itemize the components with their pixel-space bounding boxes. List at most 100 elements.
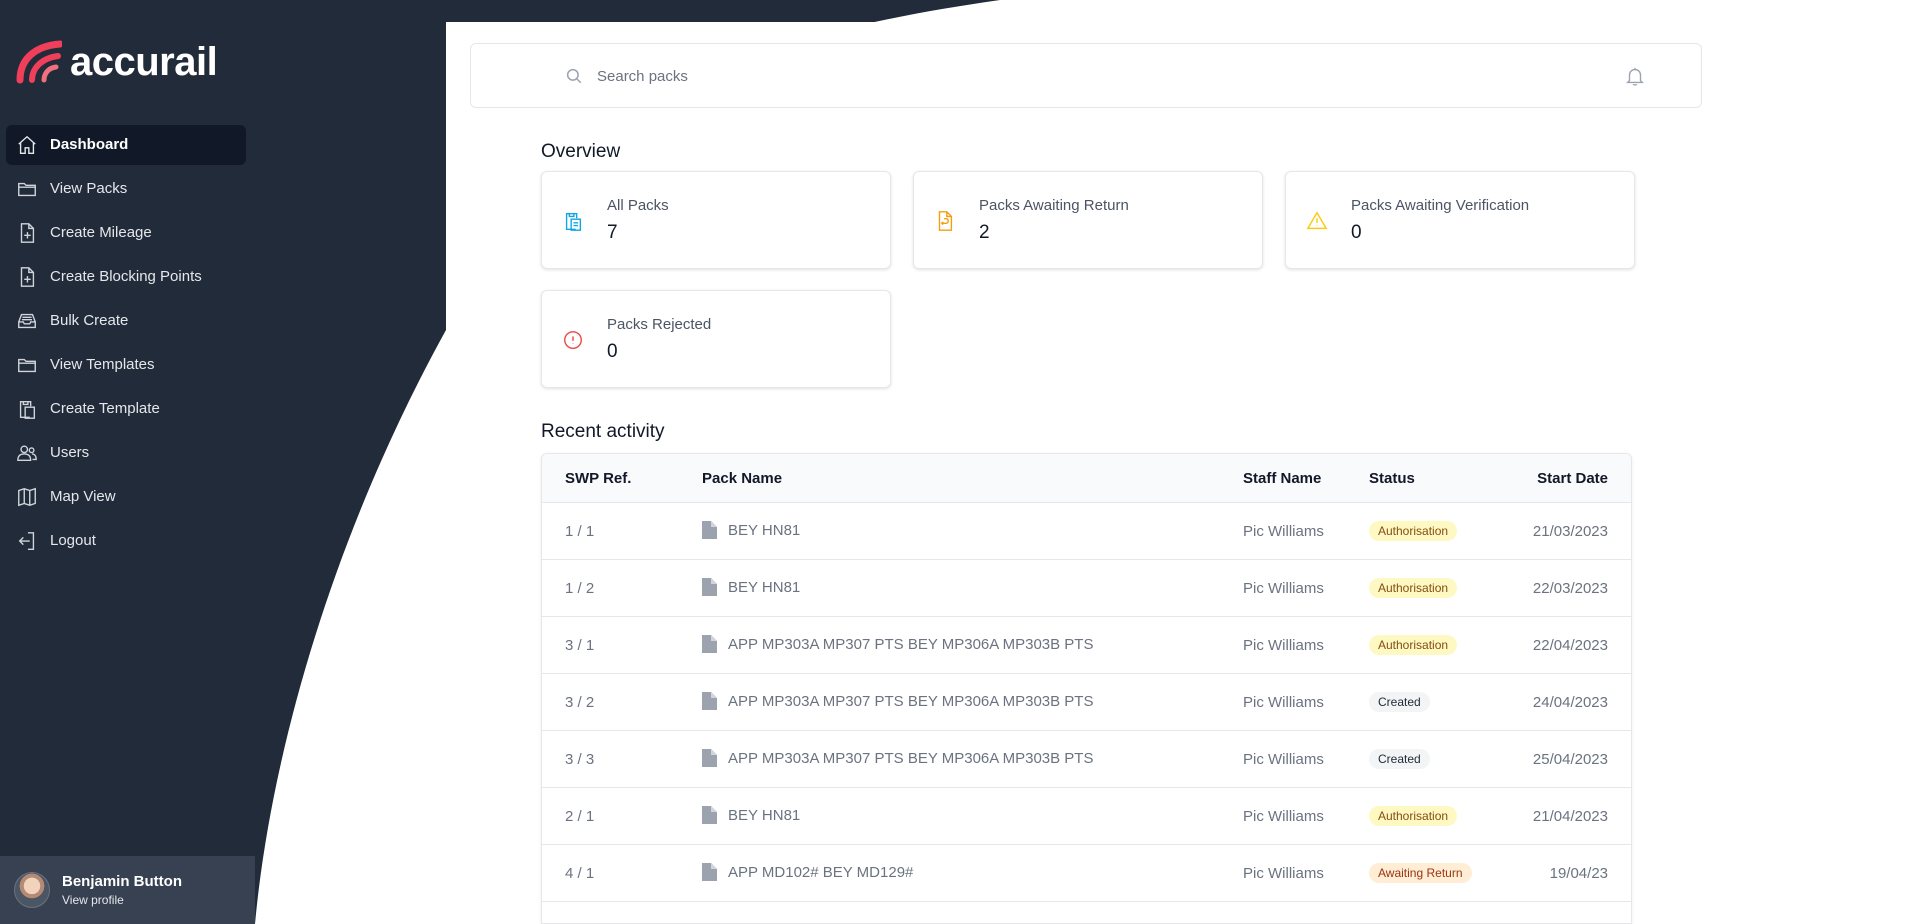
pack-name-text: BEY HN81 [728,521,801,539]
cell-status: Authorisation [1369,806,1458,826]
cell-pack-name[interactable]: BEY HN81 [702,521,800,539]
table-header: SWP Ref. Pack Name Staff Name Status Sta… [542,454,1631,503]
cell-status: Authorisation [1369,635,1458,655]
accurail-logo-icon [16,40,62,84]
sidebar-item-create-template[interactable]: Create Template [6,389,246,429]
cell-pack-name[interactable]: APP MD102# BEY MD129# [702,863,913,881]
cell-start-date: 19/04/23 [1549,865,1608,882]
card-packs-awaiting-return[interactable]: Packs Awaiting Return 2 [913,171,1263,269]
status-badge: Created [1369,749,1430,769]
cell-start-date: 22/04/2023 [1532,637,1608,654]
sidebar-item-bulk-create[interactable]: Bulk Create [6,301,246,341]
sidebar-item-dashboard[interactable]: Dashboard [6,125,246,165]
brand-logo[interactable]: accurail [16,38,218,86]
cell-staff-name: Pic Williams [1243,637,1324,654]
warning-triangle-icon [1306,211,1328,230]
sidebar: accurail Dashboard View Packs Create Mil… [0,0,256,924]
logout-icon [18,532,35,550]
brand-name: accurail [70,40,218,84]
status-badge: Awaiting Return [1369,863,1472,883]
cell-start-date: 25/04/2023 [1532,751,1608,768]
pack-name-text: APP MD102# BEY MD129# [728,863,914,881]
table-row[interactable]: 3 / 3 APP MP303A MP307 PTS BEY MP306A MP3… [542,731,1631,788]
sidebar-item-map-view[interactable]: Map View [6,477,246,517]
user-profile[interactable]: Benjamin Button View profile [0,856,255,924]
status-badge: Created [1369,692,1430,712]
table-row[interactable]: 1 / 1 BEY HN81 Pic Williams Authorisation 21… [542,503,1631,560]
sidebar-item-view-templates[interactable]: View Templates [6,345,246,385]
document-icon [702,806,717,824]
table-row[interactable]: 1 / 2 BEY HN81 Pic Williams Authorisation 22… [542,560,1631,617]
document-icon [702,863,717,881]
cell-pack-name[interactable]: APP MP303A MP307 PTS BEY MP306A MP303B P… [702,749,1093,767]
home-icon [18,135,36,154]
table-row[interactable]: 3 / 1 APP MP303A MP307 PTS BEY MP306A MP3… [542,617,1631,674]
sidebar-nav: Dashboard View Packs Create Mileage Crea… [6,125,246,565]
cell-status: Created [1369,692,1430,712]
column-header-staff-name: Staff Name [1243,470,1322,487]
cell-pack-name[interactable]: APP MP303A MP307 PTS BEY MP306A MP303B P… [702,635,1093,653]
recent-activity-title: Recent activity [541,421,665,442]
table-body: 1 / 1 BEY HN81 Pic Williams Authorisation 21… [542,503,1631,902]
cell-swp-ref: 1 / 1 [565,523,595,540]
document-icon [702,749,717,767]
search-icon [566,68,582,84]
folder-icon [18,182,36,197]
card-packs-awaiting-verification[interactable]: Packs Awaiting Verification 0 [1285,171,1635,269]
document-icon [702,635,717,653]
cell-pack-name[interactable]: BEY HN81 [702,806,800,824]
cell-staff-name: Pic Williams [1243,865,1324,882]
cell-swp-ref: 4 / 1 [565,865,595,882]
search-input[interactable] [597,64,1497,88]
status-badge: Authorisation [1369,635,1458,655]
cell-start-date: 21/03/2023 [1532,523,1608,540]
document-plus-icon [20,267,35,287]
cell-start-date: 21/04/2023 [1532,808,1608,825]
cell-start-date: 22/03/2023 [1532,580,1608,597]
clipboard-document-icon [565,212,582,231]
view-profile-link[interactable]: View profile [62,892,182,908]
cell-swp-ref: 3 / 2 [565,694,595,711]
inbox-stack-icon [18,313,36,329]
sidebar-item-users[interactable]: Users [6,433,246,473]
table-row[interactable]: 3 / 2 APP MP303A MP307 PTS BEY MP306A MP3… [542,674,1631,731]
search-bar [470,43,1702,108]
document-icon [702,692,717,710]
sidebar-item-create-mileage[interactable]: Create Mileage [6,213,246,253]
status-badge: Authorisation [1369,578,1458,598]
document-return-icon [938,211,953,231]
folder-icon [18,358,36,373]
users-icon [17,445,37,462]
cell-status: Created [1369,749,1430,769]
cell-start-date: 24/04/2023 [1532,694,1608,711]
card-all-packs[interactable]: All Packs 7 [541,171,891,269]
status-badge: Authorisation [1369,521,1458,541]
cell-swp-ref: 2 / 1 [565,808,595,825]
table-row[interactable]: 4 / 1 APP MD102# BEY MD129# Pic Williams Aw… [542,845,1631,902]
profile-name: Benjamin Button [62,873,182,890]
column-header-pack-name: Pack Name [702,470,783,487]
column-header-swp-ref: SWP Ref. [565,470,632,487]
overview-title: Overview [541,141,621,162]
table-row[interactable]: 2 / 1 BEY HN81 Pic Williams Authorisation 21… [542,788,1631,845]
sidebar-item-logout[interactable]: Logout [6,521,246,561]
column-header-start-date: Start Date [1537,470,1608,487]
main-content: Overview All Packs 7 Packs Awaiting Retu… [446,22,1732,924]
cell-staff-name: Pic Williams [1243,694,1324,711]
document-plus-icon [20,223,35,243]
document-icon [702,521,717,539]
document-icon [702,578,717,596]
bell-icon[interactable] [1624,65,1646,87]
recent-activity-table: SWP Ref. Pack Name Staff Name Status Sta… [541,453,1632,924]
cell-pack-name[interactable]: APP MP303A MP307 PTS BEY MP306A MP303B P… [702,692,1093,710]
map-icon [18,487,36,507]
sidebar-item-create-blocking-points[interactable]: Create Blocking Points [6,257,246,297]
card-packs-rejected[interactable]: Packs Rejected 0 [541,290,891,388]
cell-pack-name[interactable]: BEY HN81 [702,578,800,596]
cell-status: Authorisation [1369,521,1458,541]
pack-name-text: APP MP303A MP307 PTS BEY MP306A MP303B P… [728,635,1094,653]
exclamation-circle-icon [564,331,582,349]
status-badge: Authorisation [1369,806,1458,826]
cell-staff-name: Pic Williams [1243,751,1324,768]
sidebar-item-view-packs[interactable]: View Packs [6,169,246,209]
